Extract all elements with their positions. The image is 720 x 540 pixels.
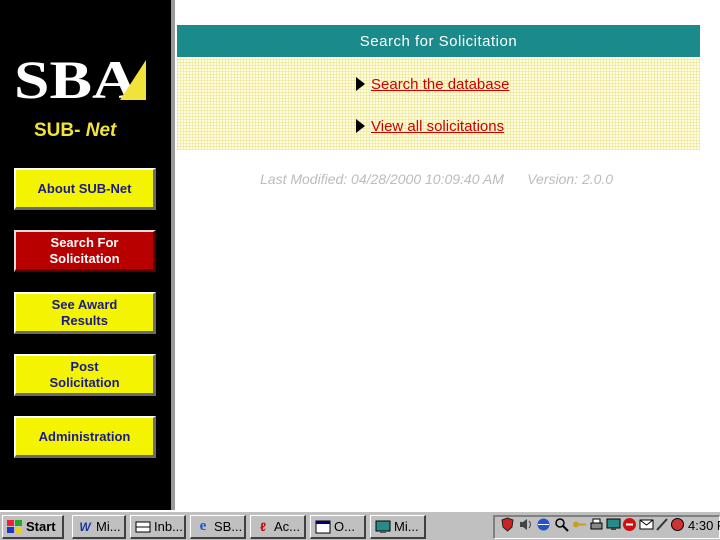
sba-logo-text: SBA xyxy=(14,52,138,104)
arrow-right-icon xyxy=(356,77,365,91)
monitor-icon xyxy=(375,520,391,534)
shield-icon[interactable] xyxy=(500,517,515,532)
start-label: Start xyxy=(26,519,56,534)
acrobat-icon: ℓ xyxy=(260,519,266,534)
mail-icon[interactable] xyxy=(639,517,654,532)
task-label: O... xyxy=(334,519,355,534)
arrow-right-icon xyxy=(356,119,365,133)
word-icon: W xyxy=(79,519,91,534)
sub-net-brand: SUB- Net xyxy=(34,120,116,142)
task-label: SB... xyxy=(214,519,243,534)
task-inbox[interactable]: Inb... xyxy=(130,515,186,539)
nav-label: Search For Solicitation xyxy=(49,234,120,266)
nav-search-for-solicitation[interactable]: Search For Solicitation xyxy=(14,230,156,272)
sidebar: SBA SUB- Net About SUB-Net Search For So… xyxy=(0,0,171,510)
nav-about-sub-net[interactable]: About SUB-Net xyxy=(14,168,156,210)
windows-logo-icon xyxy=(7,519,23,534)
network-icon[interactable] xyxy=(536,517,551,532)
task-app[interactable]: Mi... xyxy=(370,515,426,539)
task-browser[interactable]: e SB... xyxy=(190,515,246,539)
link-row-search: Search the database xyxy=(177,73,509,95)
nav-label: See Award Results xyxy=(51,296,118,328)
nav-label: About SUB-Net xyxy=(37,180,132,196)
volume-icon[interactable] xyxy=(518,517,533,532)
nav-administration[interactable]: Administration xyxy=(14,416,156,458)
inbox-icon xyxy=(135,520,151,534)
page-title: Search for Solicitation xyxy=(177,25,700,57)
start-button[interactable]: Start xyxy=(2,515,64,539)
printer-icon[interactable] xyxy=(589,517,604,532)
task-label: Ac... xyxy=(274,519,301,534)
task-label: Mi... xyxy=(96,519,121,534)
window-icon xyxy=(315,520,331,534)
sba-logo: SBA xyxy=(14,52,146,104)
sidebar-divider xyxy=(171,0,175,510)
task-label: Mi... xyxy=(394,519,419,534)
task-outlook[interactable]: O... xyxy=(310,515,366,539)
nav-see-award-results[interactable]: See Award Results xyxy=(14,292,156,334)
task-acrobat[interactable]: ℓ Ac... xyxy=(250,515,306,539)
internet-explorer-icon: e xyxy=(199,518,207,534)
key-icon[interactable] xyxy=(572,517,587,532)
nav-label: Administration xyxy=(38,428,131,444)
view-all-solicitations-link[interactable]: View all solicitations xyxy=(371,118,504,135)
search-database-link[interactable]: Search the database xyxy=(371,76,509,93)
globe-icon[interactable] xyxy=(670,517,685,532)
stop-icon[interactable] xyxy=(622,517,637,532)
search-icon[interactable] xyxy=(554,517,569,532)
nav-post-solicitation[interactable]: Post Solicitation xyxy=(14,354,156,396)
last-modified-text: Last Modified: 04/28/2000 10:09:40 AM Ve… xyxy=(260,171,614,187)
brand-suffix: Net xyxy=(80,120,117,141)
link-row-view-all: View all solicitations xyxy=(177,115,504,137)
clock[interactable]: 4:30 P xyxy=(688,518,720,533)
nav-label: Post Solicitation xyxy=(49,358,120,390)
task-word[interactable]: W Mi... xyxy=(72,515,126,539)
brand-prefix: SUB- xyxy=(34,120,81,141)
pen-icon[interactable] xyxy=(655,517,670,532)
task-label: Inb... xyxy=(154,519,183,534)
taskbar: Start W Mi... Inb... e SB... ℓ Ac... O..… xyxy=(0,510,720,540)
display-icon[interactable] xyxy=(606,517,621,532)
